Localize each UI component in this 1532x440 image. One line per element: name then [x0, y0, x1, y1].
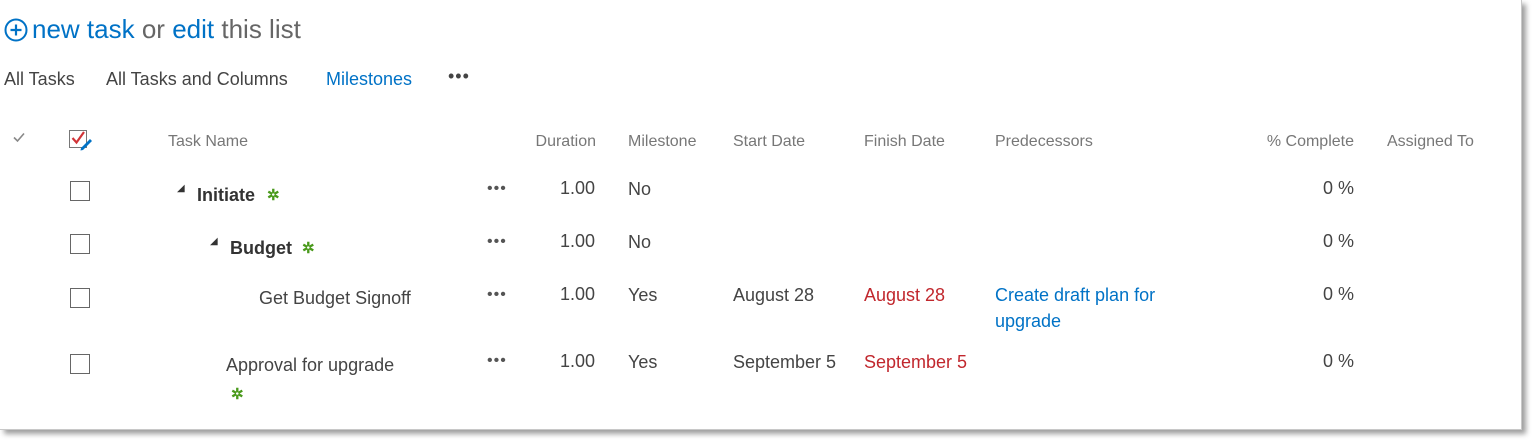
milestone-cell: No — [628, 179, 652, 199]
percent-complete-cell: 0 % — [1322, 231, 1354, 251]
col-assigned-to[interactable]: Assigned To — [1387, 132, 1474, 152]
more-views-ellipsis-icon[interactable]: ••• — [448, 66, 470, 87]
start-date-cell: September 5 — [733, 352, 837, 372]
col-percent-complete[interactable]: % Complete — [1240, 132, 1354, 152]
row-checkbox[interactable] — [70, 181, 90, 201]
row-menu-ellipsis-icon[interactable]: ••• — [487, 233, 507, 251]
finish-date-cell: August 28 — [864, 285, 946, 305]
milestone-cell: Yes — [628, 352, 658, 372]
row-menu-ellipsis-icon[interactable]: ••• — [487, 180, 507, 198]
view-all-tasks-and-columns[interactable]: All Tasks and Columns — [106, 67, 288, 91]
or-text: or — [141, 14, 165, 44]
milestone-cell: Yes — [628, 285, 658, 305]
task-name[interactable]: Get Budget Signoff — [259, 285, 411, 311]
new-item-icon: ✲ — [231, 386, 244, 403]
col-finish-date[interactable]: Finish Date — [864, 132, 945, 152]
edit-list-link[interactable]: edit — [172, 14, 214, 44]
percent-complete-cell: 0 % — [1322, 178, 1354, 198]
duration-cell: 1.00 — [559, 231, 595, 251]
task-list-webpart: new task or edit this list All Tasks All… — [0, 0, 1522, 430]
row-checkbox[interactable] — [70, 354, 90, 374]
start-date-cell: August 28 — [733, 285, 815, 305]
add-circle-icon[interactable] — [4, 16, 28, 42]
milestone-cell: No — [628, 232, 652, 252]
collapse-triangle-icon[interactable]: ◢ — [210, 236, 218, 247]
col-start-date[interactable]: Start Date — [733, 132, 805, 152]
view-all-tasks[interactable]: All Tasks — [4, 67, 75, 91]
finish-date-cell: September 5 — [864, 352, 968, 372]
row-checkbox[interactable] — [70, 234, 90, 254]
new-task-link[interactable]: new task — [32, 14, 135, 44]
duration-cell: 1.00 — [559, 178, 595, 198]
this-list-text: this list — [221, 14, 301, 44]
row-menu-ellipsis-icon[interactable]: ••• — [487, 352, 507, 370]
task-name[interactable]: Approval for upgrade — [226, 352, 394, 378]
new-item-icon: ✲ — [267, 187, 280, 204]
new-item-icon: ✲ — [302, 240, 315, 257]
col-duration[interactable]: Duration — [520, 132, 596, 152]
duration-cell: 1.00 — [559, 351, 595, 371]
select-all-icon[interactable] — [68, 128, 94, 157]
row-checkbox[interactable] — [70, 288, 90, 308]
percent-complete-cell: 0 % — [1322, 284, 1354, 304]
predecessor-link[interactable]: Create draft plan for upgrade — [995, 282, 1195, 334]
checkmark-icon[interactable] — [12, 130, 26, 149]
collapse-triangle-icon[interactable]: ◢ — [177, 183, 185, 194]
task-name[interactable]: Initiate — [197, 182, 255, 208]
view-milestones[interactable]: Milestones — [326, 67, 412, 91]
list-command-bar: new task or edit this list — [4, 12, 301, 46]
col-predecessors[interactable]: Predecessors — [995, 132, 1093, 152]
duration-cell: 1.00 — [559, 284, 595, 304]
row-menu-ellipsis-icon[interactable]: ••• — [487, 286, 507, 304]
task-name[interactable]: Budget — [230, 235, 292, 261]
percent-complete-cell: 0 % — [1322, 351, 1354, 371]
col-milestone[interactable]: Milestone — [628, 132, 696, 152]
col-task-name[interactable]: Task Name — [168, 132, 248, 152]
